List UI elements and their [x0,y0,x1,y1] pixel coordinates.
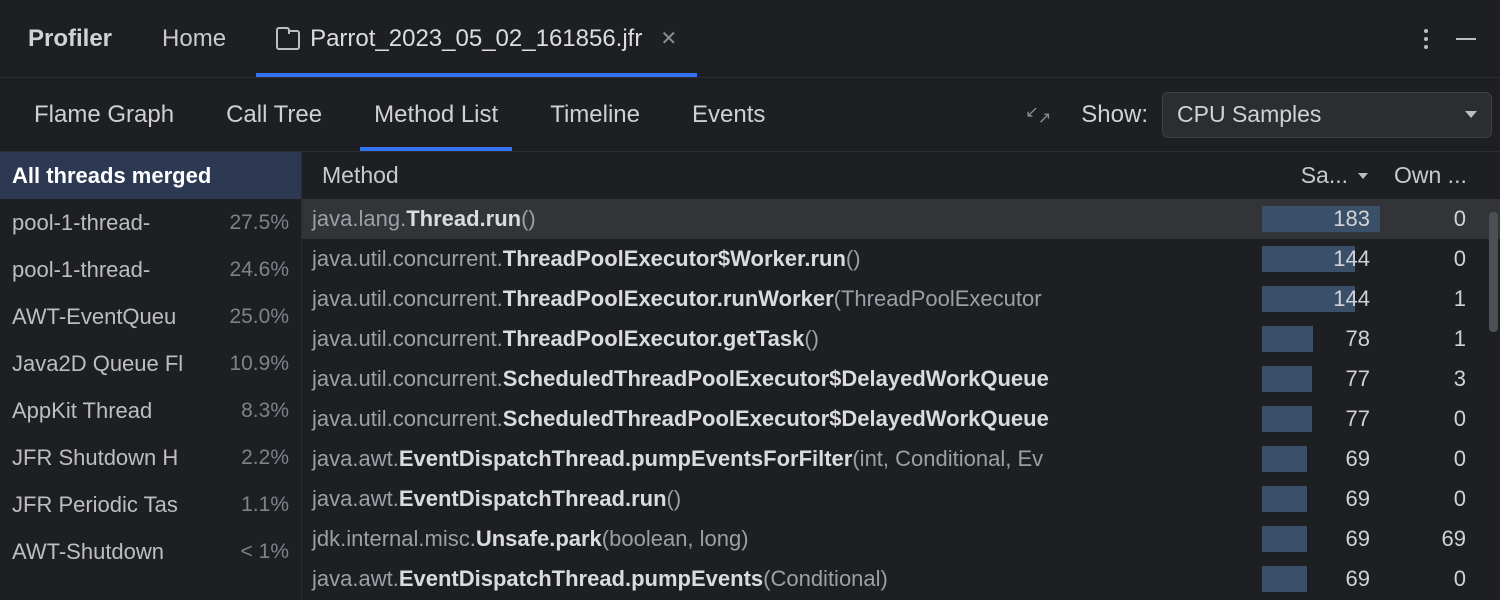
method-signature: java.util.concurrent.ScheduledThreadPool… [302,366,1262,392]
method-row[interactable]: java.util.concurrent.ScheduledThreadPool… [302,399,1500,439]
tab-method-list[interactable]: Method List [348,78,524,151]
method-table: Method Sa... Own ... java.lang.Thread.ru… [302,152,1500,600]
thread-percent: 1.1% [241,493,289,517]
method-row[interactable]: java.awt.EventDispatchThread.run()690 [302,479,1500,519]
thread-name: JFR Periodic Tas [12,492,237,518]
thread-percent: < 1% [241,540,289,564]
method-own: 1 [1380,286,1500,312]
method-row[interactable]: java.awt.EventDispatchThread.pumpEventsF… [302,439,1500,479]
file-name: Parrot_2023_05_02_161856.jfr [310,25,642,53]
method-row[interactable]: java.lang.Thread.run()1830 [302,199,1500,239]
col-header-method[interactable]: Method [302,162,1262,189]
method-samples: 144 [1262,246,1380,272]
thread-row[interactable]: AWT-EventQueu25.0% [0,293,301,340]
method-own: 0 [1380,206,1500,232]
show-label: Show: [1081,101,1148,129]
method-row[interactable]: java.util.concurrent.ScheduledThreadPool… [302,359,1500,399]
method-own: 0 [1380,566,1500,592]
method-signature: java.awt.EventDispatchThread.run() [302,486,1262,512]
thread-row[interactable]: JFR Shutdown H2.2% [0,434,301,481]
tab-flame-graph[interactable]: Flame Graph [8,78,200,151]
method-samples: 144 [1262,286,1380,312]
thread-row[interactable]: JFR Periodic Tas1.1% [0,481,301,528]
main: All threads mergedpool-1-thread-27.5%poo… [0,152,1500,600]
thread-name: AppKit Thread [12,398,237,424]
col-header-samples[interactable]: Sa... [1262,162,1380,189]
thread-name: pool-1-thread- [12,257,225,283]
method-own: 0 [1380,486,1500,512]
method-row[interactable]: java.util.concurrent.ThreadPoolExecutor.… [302,279,1500,319]
method-own: 1 [1380,326,1500,352]
method-own: 0 [1380,246,1500,272]
sort-desc-icon [1358,173,1368,179]
method-signature: java.awt.EventDispatchThread.pumpEvents(… [302,566,1262,592]
tab-file[interactable]: Parrot_2023_05_02_161856.jfr ✕ [256,0,697,77]
kebab-menu-icon[interactable] [1424,29,1428,49]
thread-name: Java2D Queue Fl [12,351,225,377]
close-tab-icon[interactable]: ✕ [660,26,677,51]
thread-percent: 10.9% [229,352,289,376]
method-row[interactable]: java.util.concurrent.ThreadPoolExecutor$… [302,239,1500,279]
scrollbar[interactable] [1489,212,1498,332]
method-own: 0 [1380,406,1500,432]
method-row[interactable]: jdk.internal.misc.Unsafe.park(boolean, l… [302,519,1500,559]
col-header-own[interactable]: Own ... [1380,162,1500,189]
method-table-header: Method Sa... Own ... [302,152,1500,199]
method-own: 3 [1380,366,1500,392]
method-samples: 69 [1262,566,1380,592]
tab-home[interactable]: Home [132,25,256,53]
thread-percent: 27.5% [229,211,289,235]
thread-name: All threads merged [12,163,285,189]
tab-events[interactable]: Events [666,78,791,151]
chevron-down-icon [1465,111,1477,118]
swap-icon[interactable]: ↙↗ [1021,102,1051,128]
method-signature: java.lang.Thread.run() [302,206,1262,232]
method-row[interactable]: java.awt.EventDispatchThread.pumpEvents(… [302,559,1500,599]
show-select[interactable]: CPU Samples [1162,92,1492,138]
show-select-value: CPU Samples [1177,101,1321,128]
thread-percent: 24.6% [229,258,289,282]
method-signature: java.util.concurrent.ThreadPoolExecutor.… [302,286,1262,312]
method-signature: java.util.concurrent.ThreadPoolExecutor$… [302,246,1262,272]
topbar: Profiler Home Parrot_2023_05_02_161856.j… [0,0,1500,78]
method-row[interactable]: java.util.concurrent.ThreadPoolExecutor.… [302,319,1500,359]
thread-percent: 25.0% [229,305,289,329]
method-samples: 183 [1262,206,1380,232]
method-samples: 69 [1262,486,1380,512]
thread-percent: 2.2% [241,446,289,470]
thread-row[interactable]: AWT-Shutdown< 1% [0,528,301,575]
viewbar: Flame Graph Call Tree Method List Timeli… [0,78,1500,152]
thread-row[interactable]: Java2D Queue Fl10.9% [0,340,301,387]
method-samples: 69 [1262,526,1380,552]
thread-row[interactable]: pool-1-thread-24.6% [0,246,301,293]
method-samples: 69 [1262,446,1380,472]
method-signature: java.util.concurrent.ThreadPoolExecutor.… [302,326,1262,352]
thread-name: JFR Shutdown H [12,445,237,471]
minimize-icon[interactable] [1456,38,1476,40]
tab-call-tree[interactable]: Call Tree [200,78,348,151]
method-samples: 77 [1262,406,1380,432]
method-samples: 78 [1262,326,1380,352]
method-signature: java.util.concurrent.ScheduledThreadPool… [302,406,1262,432]
tab-timeline[interactable]: Timeline [524,78,666,151]
thread-percent: 8.3% [241,399,289,423]
thread-row[interactable]: AppKit Thread8.3% [0,387,301,434]
thread-row[interactable]: All threads merged [0,152,301,199]
method-samples: 77 [1262,366,1380,392]
method-signature: java.awt.EventDispatchThread.pumpEventsF… [302,446,1262,472]
method-own: 0 [1380,446,1500,472]
thread-row[interactable]: pool-1-thread-27.5% [0,199,301,246]
thread-name: AWT-EventQueu [12,304,225,330]
method-own: 69 [1380,526,1500,552]
method-signature: jdk.internal.misc.Unsafe.park(boolean, l… [302,526,1262,552]
thread-name: pool-1-thread- [12,210,225,236]
thread-name: AWT-Shutdown [12,539,237,565]
thread-list: All threads mergedpool-1-thread-27.5%poo… [0,152,302,600]
folder-icon [276,30,300,50]
tool-title: Profiler [8,25,132,53]
